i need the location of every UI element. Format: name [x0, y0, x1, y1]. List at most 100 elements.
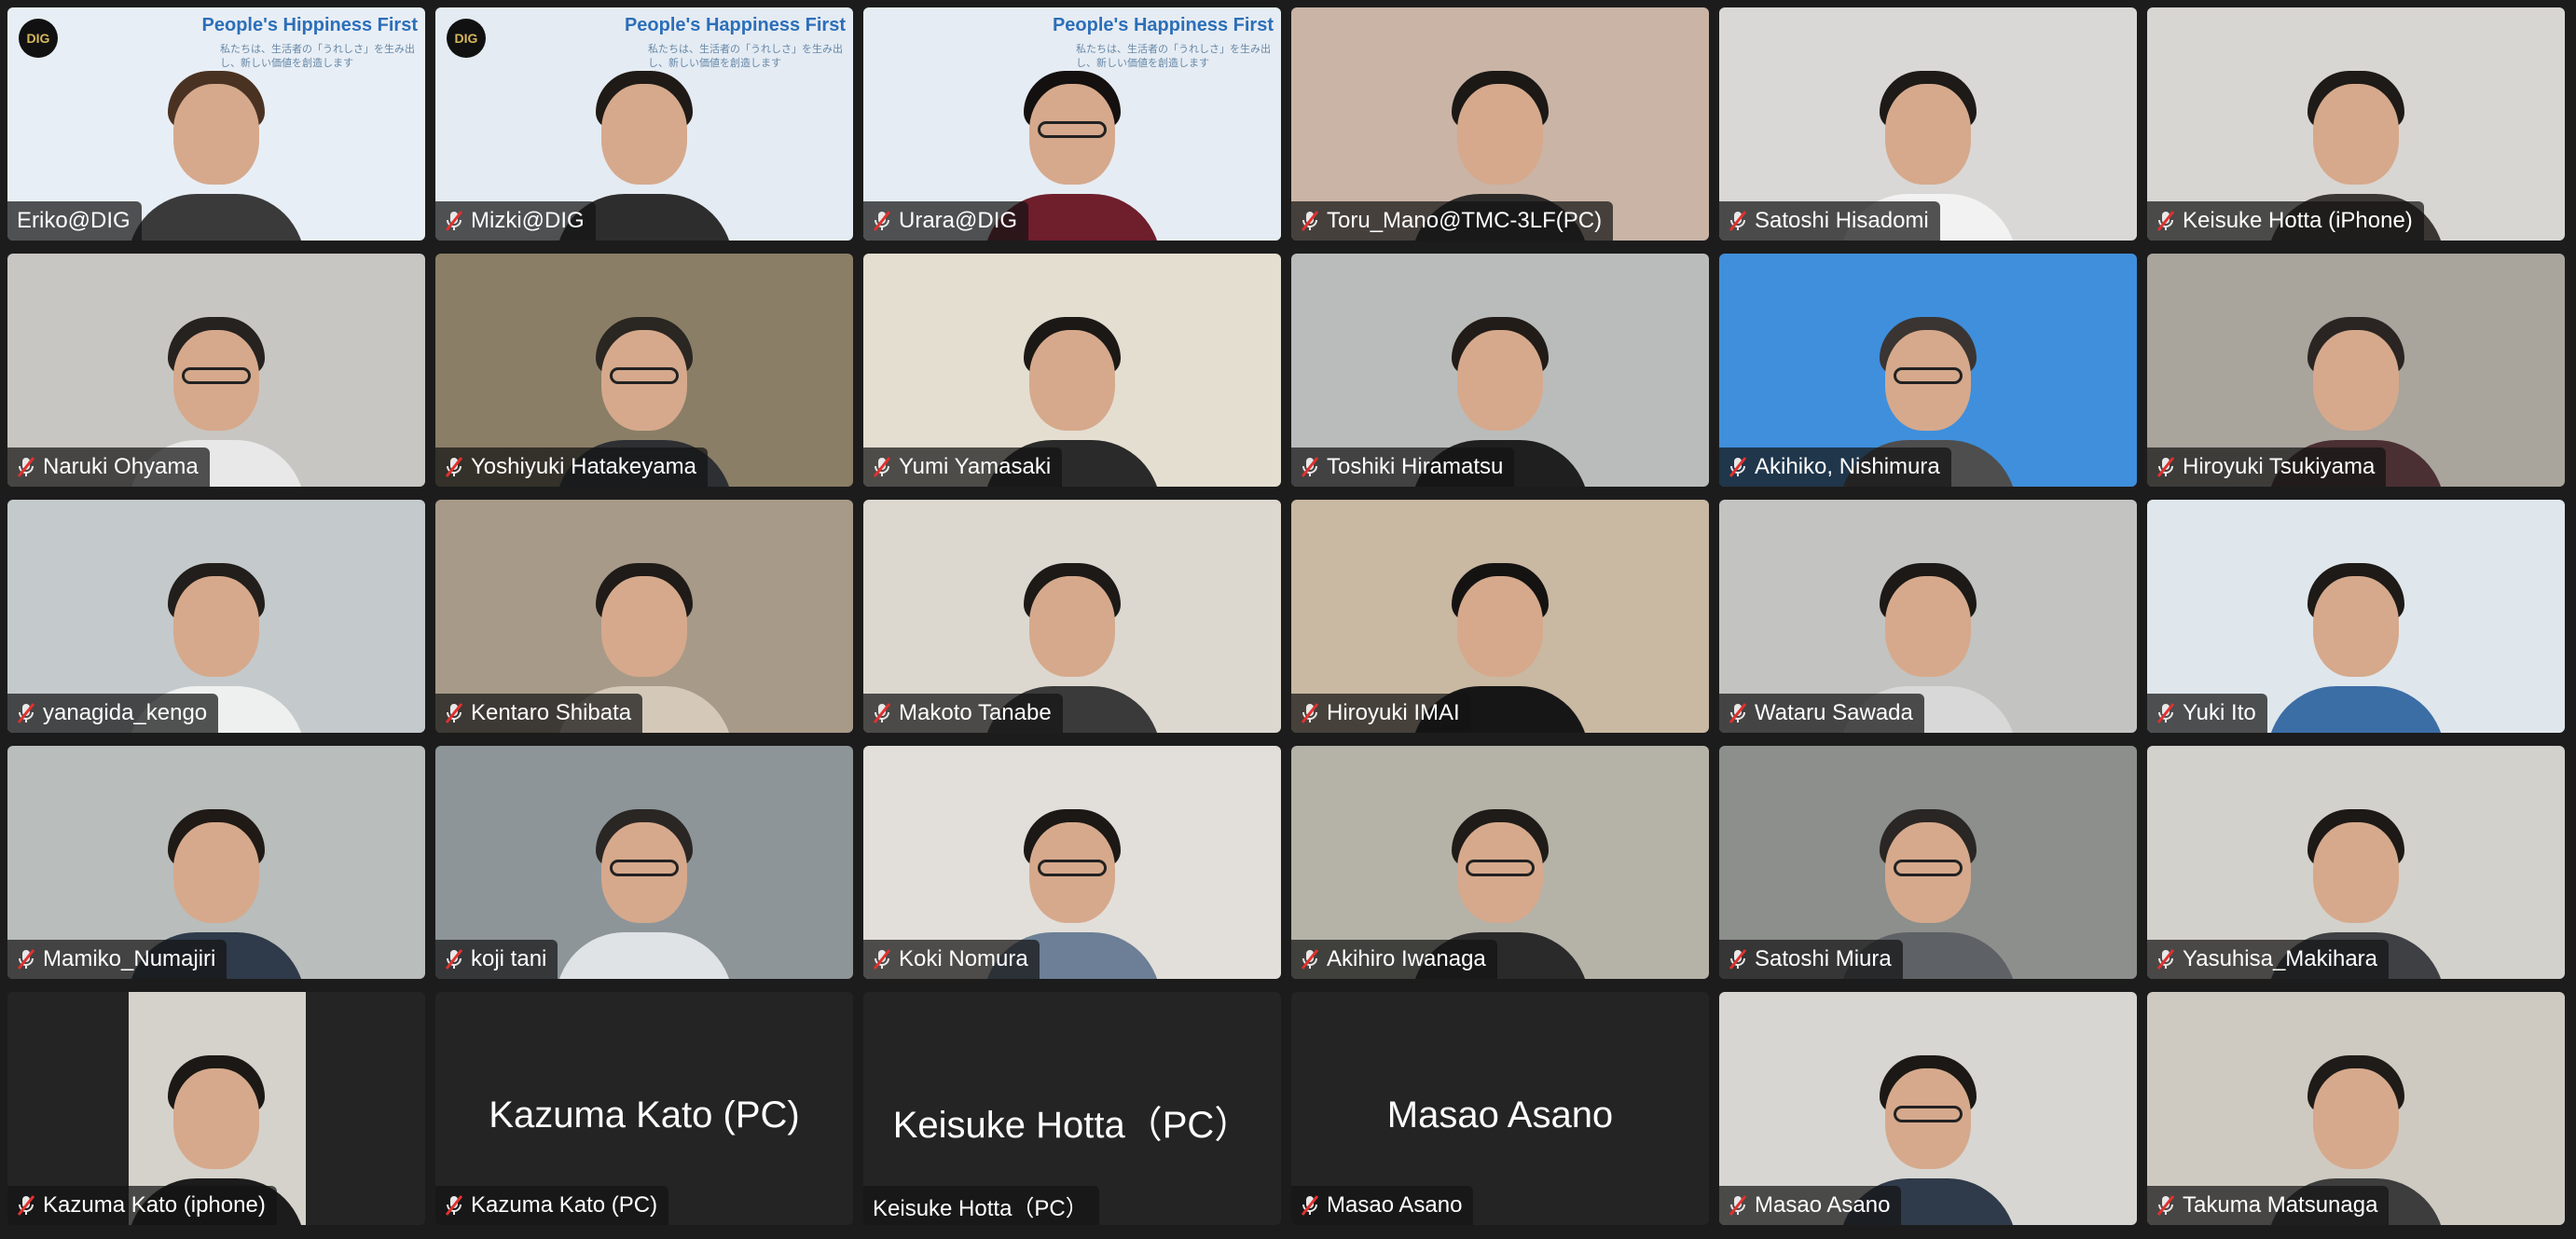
- participant-name-tag: Toshiki Hiramatsu: [1291, 447, 1515, 487]
- participant-name-tag: Masao Asano: [1719, 1186, 1902, 1225]
- participant-tile[interactable]: People's Happiness First 私たちは、生活者の「うれしさ」を…: [863, 7, 1281, 241]
- participant-tile[interactable]: Masao Asano: [1719, 992, 2137, 1225]
- participant-name-tag: Mizki@DIG: [435, 201, 596, 241]
- participant-name-tag: Keisuke Hotta（PC）: [863, 1186, 1099, 1225]
- participant-tile[interactable]: yanagida_kengo: [7, 500, 425, 733]
- participant-tile[interactable]: Hiroyuki IMAI: [1291, 500, 1709, 733]
- microphone-muted-icon: [445, 211, 463, 231]
- participant-tile[interactable]: Akihiro Iwanaga: [1291, 746, 1709, 979]
- participant-tile[interactable]: DIG People's Happiness First 私たちは、生活者の「うれし…: [435, 7, 853, 241]
- participant-name-tag: Kazuma Kato (PC): [435, 1186, 669, 1225]
- participant-name: Wataru Sawada: [1755, 700, 1913, 725]
- microphone-muted-icon: [2156, 1195, 2175, 1216]
- participant-tile[interactable]: Makoto Tanabe: [863, 500, 1281, 733]
- participant-name-tag: Kazuma Kato (iphone): [7, 1186, 277, 1225]
- microphone-muted-icon: [2156, 457, 2175, 477]
- participant-name: Takuma Matsunaga: [2183, 1192, 2378, 1218]
- participant-video-person: [556, 802, 733, 979]
- microphone-muted-icon: [445, 457, 463, 477]
- participant-name-tag: Akihiro Iwanaga: [1291, 940, 1497, 979]
- participant-name: Toru_Mano@TMC-3LF(PC): [1327, 208, 1603, 233]
- microphone-muted-icon: [17, 949, 35, 970]
- participant-name-tag: Yuki Ito: [2147, 694, 2267, 733]
- participant-name-tag: Akihiko, Nishimura: [1719, 447, 1951, 487]
- participant-tile[interactable]: Mamiko_Numajiri: [7, 746, 425, 979]
- participant-name-tag: Hiroyuki Tsukiyama: [2147, 447, 2387, 487]
- participant-name: Mamiko_Numajiri: [43, 946, 216, 971]
- microphone-muted-icon: [17, 703, 35, 723]
- microphone-muted-icon: [1301, 457, 1319, 477]
- participant-display-name: Keisuke Hotta（PC）: [892, 1105, 1252, 1146]
- participant-name: Koki Nomura: [899, 946, 1028, 971]
- virtual-background-banner: People's Happiness First: [1052, 15, 1274, 35]
- participant-name-tag: Wataru Sawada: [1719, 694, 1924, 733]
- participant-name-tag: Satoshi Hisadomi: [1719, 201, 1940, 241]
- participant-name: Hiroyuki IMAI: [1327, 700, 1460, 725]
- participant-tile[interactable]: Wataru Sawada: [1719, 500, 2137, 733]
- microphone-muted-icon: [1729, 703, 1747, 723]
- participant-tile[interactable]: Keisuke Hotta (iPhone): [2147, 7, 2565, 241]
- gallery-grid: DIG People's Hippiness First 私たちは、生活者の「うれし…: [7, 7, 2565, 1225]
- participant-tile[interactable]: DIG People's Hippiness First 私たちは、生活者の「うれし…: [7, 7, 425, 241]
- participant-video-person: [2267, 556, 2445, 733]
- participant-tile[interactable]: Takuma Matsunaga: [2147, 992, 2565, 1225]
- participant-tile[interactable]: Kentaro Shibata: [435, 500, 853, 733]
- microphone-muted-icon: [1301, 211, 1319, 231]
- participant-tile[interactable]: Yuki Ito: [2147, 500, 2565, 733]
- participant-name: Satoshi Miura: [1755, 946, 1892, 971]
- participant-name-tag: Urara@DIG: [863, 201, 1029, 241]
- participant-name: Satoshi Hisadomi: [1755, 208, 1929, 233]
- microphone-muted-icon: [445, 949, 463, 970]
- participant-name-tag: Satoshi Miura: [1719, 940, 1903, 979]
- participant-tile[interactable]: Keisuke Hotta（PC） Keisuke Hotta（PC）: [863, 992, 1281, 1225]
- participant-tile[interactable]: Yoshiyuki Hatakeyama: [435, 254, 853, 487]
- participant-tile[interactable]: Naruki Ohyama: [7, 254, 425, 487]
- participant-name-tag: Masao Asano: [1291, 1186, 1474, 1225]
- participant-name-tag: Yumi Yamasaki: [863, 447, 1063, 487]
- participant-tile[interactable]: Koki Nomura: [863, 746, 1281, 979]
- participant-name: Yoshiyuki Hatakeyama: [471, 454, 696, 479]
- participant-name: Kazuma Kato (PC): [471, 1192, 658, 1218]
- participant-tile[interactable]: Toshiki Hiramatsu: [1291, 254, 1709, 487]
- participant-name: Eriko@DIG: [17, 208, 131, 233]
- microphone-muted-icon: [445, 703, 463, 723]
- participant-tile[interactable]: Yumi Yamasaki: [863, 254, 1281, 487]
- participant-tile[interactable]: Kazuma Kato (PC) Kazuma Kato (PC): [435, 992, 853, 1225]
- participant-tile[interactable]: Kazuma Kato (iphone): [7, 992, 425, 1225]
- participant-name-tag: Mamiko_Numajiri: [7, 940, 227, 979]
- participant-name: Akihiro Iwanaga: [1327, 946, 1486, 971]
- microphone-muted-icon: [1729, 457, 1747, 477]
- participant-name: koji tani: [471, 946, 547, 971]
- microphone-muted-icon: [1301, 703, 1319, 723]
- participant-tile[interactable]: Hiroyuki Tsukiyama: [2147, 254, 2565, 487]
- participant-name: Mizki@DIG: [471, 208, 585, 233]
- microphone-muted-icon: [873, 457, 891, 477]
- participant-name-tag: Hiroyuki IMAI: [1291, 694, 1471, 733]
- microphone-muted-icon: [17, 1195, 35, 1216]
- participant-name-tag: Takuma Matsunaga: [2147, 1186, 2390, 1225]
- participant-name-tag: Naruki Ohyama: [7, 447, 210, 487]
- participant-tile[interactable]: koji tani: [435, 746, 853, 979]
- participant-name: Keisuke Hotta (iPhone): [2183, 208, 2413, 233]
- participant-name: Naruki Ohyama: [43, 454, 199, 479]
- participant-tile[interactable]: Toru_Mano@TMC-3LF(PC): [1291, 7, 1709, 241]
- participant-name-tag: Keisuke Hotta (iPhone): [2147, 201, 2424, 241]
- virtual-background-banner: People's Hippiness First: [201, 15, 418, 35]
- participant-name-tag: Yoshiyuki Hatakeyama: [435, 447, 708, 487]
- participant-tile[interactable]: Akihiko, Nishimura: [1719, 254, 2137, 487]
- microphone-muted-icon: [873, 949, 891, 970]
- microphone-muted-icon: [2156, 703, 2175, 723]
- microphone-muted-icon: [1729, 949, 1747, 970]
- virtual-background-banner: People's Happiness First: [624, 15, 846, 35]
- participant-tile[interactable]: Masao Asano Masao Asano: [1291, 992, 1709, 1225]
- participant-tile[interactable]: Satoshi Miura: [1719, 746, 2137, 979]
- participant-name-tag: Kentaro Shibata: [435, 694, 643, 733]
- participant-display-name: Masao Asano: [1386, 1094, 1614, 1136]
- microphone-muted-icon: [445, 1195, 463, 1216]
- participant-tile[interactable]: Satoshi Hisadomi: [1719, 7, 2137, 241]
- participant-name: Masao Asano: [1755, 1192, 1891, 1218]
- participant-name: Yuki Ito: [2183, 700, 2256, 725]
- participant-tile[interactable]: Yasuhisa_Makihara: [2147, 746, 2565, 979]
- participant-name-tag: Koki Nomura: [863, 940, 1040, 979]
- microphone-muted-icon: [1301, 949, 1319, 970]
